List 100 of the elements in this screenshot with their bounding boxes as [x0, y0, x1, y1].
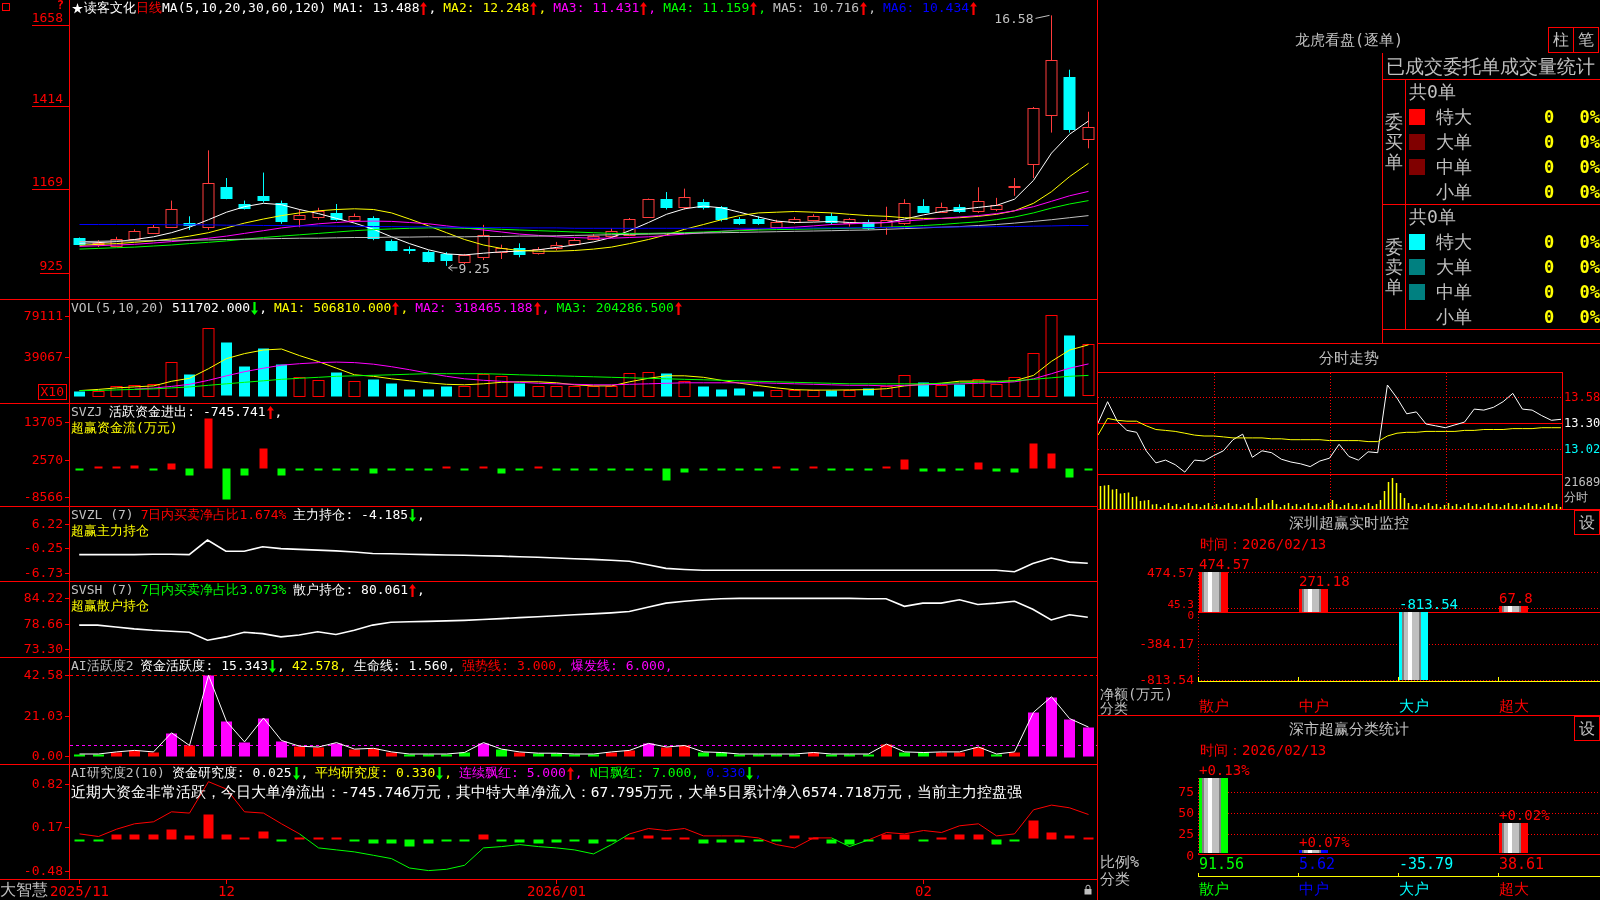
rising-candle	[348, 213, 361, 222]
axis-label: 0.17	[31, 820, 63, 835]
order-size-label: 中单	[1435, 155, 1472, 178]
x-axis-title: 分类	[1100, 701, 1128, 715]
stock-name: 读客文化	[84, 0, 136, 16]
indicator-value: 连续飘红: 5.000	[459, 765, 566, 781]
lock-icon	[1084, 884, 1092, 895]
separator-text: ,	[400, 300, 409, 316]
separator-text: ,	[300, 765, 309, 781]
rising-candle	[110, 236, 123, 248]
indicator-value: 平均研究度: 0.330	[315, 765, 436, 781]
indicator-value: MA5: 10.716	[773, 0, 860, 16]
panel-title: 深市超赢分类统计	[1289, 719, 1409, 738]
order-share: 0%	[1579, 181, 1600, 202]
value-label: -35.79	[1399, 856, 1454, 872]
indicator-name: SVSH (7)	[71, 582, 134, 598]
star-icon	[72, 2, 83, 14]
falling-candle	[825, 212, 838, 226]
axis-label: -813.54	[1139, 673, 1194, 686]
rising-candle	[532, 246, 545, 256]
falling-candle	[330, 203, 343, 222]
high-price-callout: 16.58	[994, 11, 1050, 27]
axis-label: 925	[39, 258, 69, 274]
order-total: 共0单	[1408, 205, 1456, 230]
rising-candle	[807, 213, 820, 222]
separator-text: ,	[574, 765, 583, 781]
rising-candle	[128, 228, 141, 241]
indicator-subtitle: 超赢主力持仓	[71, 523, 149, 538]
order-size-label: 特大	[1435, 231, 1472, 254]
annotation: 16.58	[994, 11, 1034, 27]
separator-text: ,	[417, 507, 425, 523]
category-label: 超大	[1499, 880, 1529, 897]
falling-candle	[73, 237, 86, 246]
indicator-value: 资金活跃度: 15.343	[140, 658, 269, 674]
value-label: 271.18	[1299, 573, 1350, 590]
separator-text: ,	[417, 582, 425, 598]
falling-candle	[715, 205, 728, 222]
view-toggle-button[interactable]: 柱	[1548, 27, 1574, 53]
category-label: 中户	[1299, 880, 1329, 897]
axis-label: 1414	[31, 91, 69, 107]
y-axis-title: 比例%	[1100, 855, 1140, 870]
rising-candle	[623, 217, 636, 237]
help-mark[interactable]: ?	[56, 0, 64, 11]
axis-label: -0.25	[23, 541, 63, 556]
brand-label: 大智慧	[0, 880, 48, 900]
axis-label: 13.58	[1564, 390, 1600, 404]
rising-candle	[880, 206, 893, 236]
order-size-label: 大单	[1435, 256, 1472, 278]
axis-label: 84.22	[23, 590, 63, 605]
axis-label: 25	[1178, 827, 1194, 840]
change-label: +0.13%	[1199, 762, 1250, 778]
value-label: 38.61	[1499, 856, 1545, 872]
rising-candle	[788, 216, 801, 225]
y-axis-title: 净额(万元)	[1100, 687, 1173, 701]
order-share: 0%	[1579, 107, 1600, 128]
category-label: 散户	[1199, 698, 1229, 714]
axis-label: 0	[1187, 610, 1194, 621]
settings-button[interactable]: 设	[1574, 716, 1600, 741]
category-label: 大户	[1399, 880, 1429, 897]
axis-label: 0.82	[31, 776, 63, 791]
falling-candle	[220, 177, 233, 200]
order-count: 0	[1543, 156, 1555, 177]
rising-candle	[605, 227, 618, 238]
table-title: 已成交委托单成交量统计	[1383, 53, 1600, 80]
separator-text: ,	[428, 0, 437, 16]
rising-candle	[477, 224, 490, 261]
falling-candle	[697, 198, 710, 210]
indicator-name: MA(5,10,20,30,60,120)	[162, 0, 327, 16]
date-label: 02	[915, 882, 932, 900]
rising-candle	[1008, 177, 1021, 197]
value-label: -813.54	[1399, 595, 1458, 612]
indicator-value: MA2: 318465.188	[415, 300, 533, 316]
falling-candle	[403, 245, 416, 255]
change-label: +0.02%	[1499, 806, 1550, 823]
order-share: 0%	[1579, 257, 1600, 277]
axis-label: 79111	[23, 309, 63, 324]
axis-label: 75	[1178, 785, 1194, 798]
settings-button[interactable]: 设	[1574, 510, 1600, 535]
axis-label: 474.57	[1147, 566, 1194, 579]
indicator-value: 活跃资金进出: -745.741	[109, 404, 266, 420]
x-axis-title: 分类	[1100, 872, 1130, 887]
square-icon[interactable]	[2, 3, 10, 11]
order-share: 0%	[1579, 156, 1600, 177]
rising-candle	[990, 197, 1003, 212]
falling-candle	[953, 203, 966, 214]
indicator-value: MA2: 12.248	[443, 0, 530, 16]
order-count: 0	[1543, 107, 1555, 128]
separator-text: ,	[538, 0, 547, 16]
rising-candle	[587, 233, 600, 241]
axis-label: 39067	[23, 349, 63, 364]
rising-candle	[458, 253, 471, 265]
view-toggle-button[interactable]: 笔	[1573, 27, 1599, 53]
indicator-value: 主力持仓: -4.185	[293, 507, 409, 523]
volume-caption: 分时	[1563, 490, 1588, 505]
falling-candle	[257, 172, 270, 204]
order-size-label: 小单	[1435, 305, 1472, 328]
separator-text: ,	[648, 0, 657, 16]
date-label: 2025/11	[50, 882, 109, 900]
order-count: 0	[1543, 132, 1555, 152]
falling-candle	[1063, 69, 1076, 134]
